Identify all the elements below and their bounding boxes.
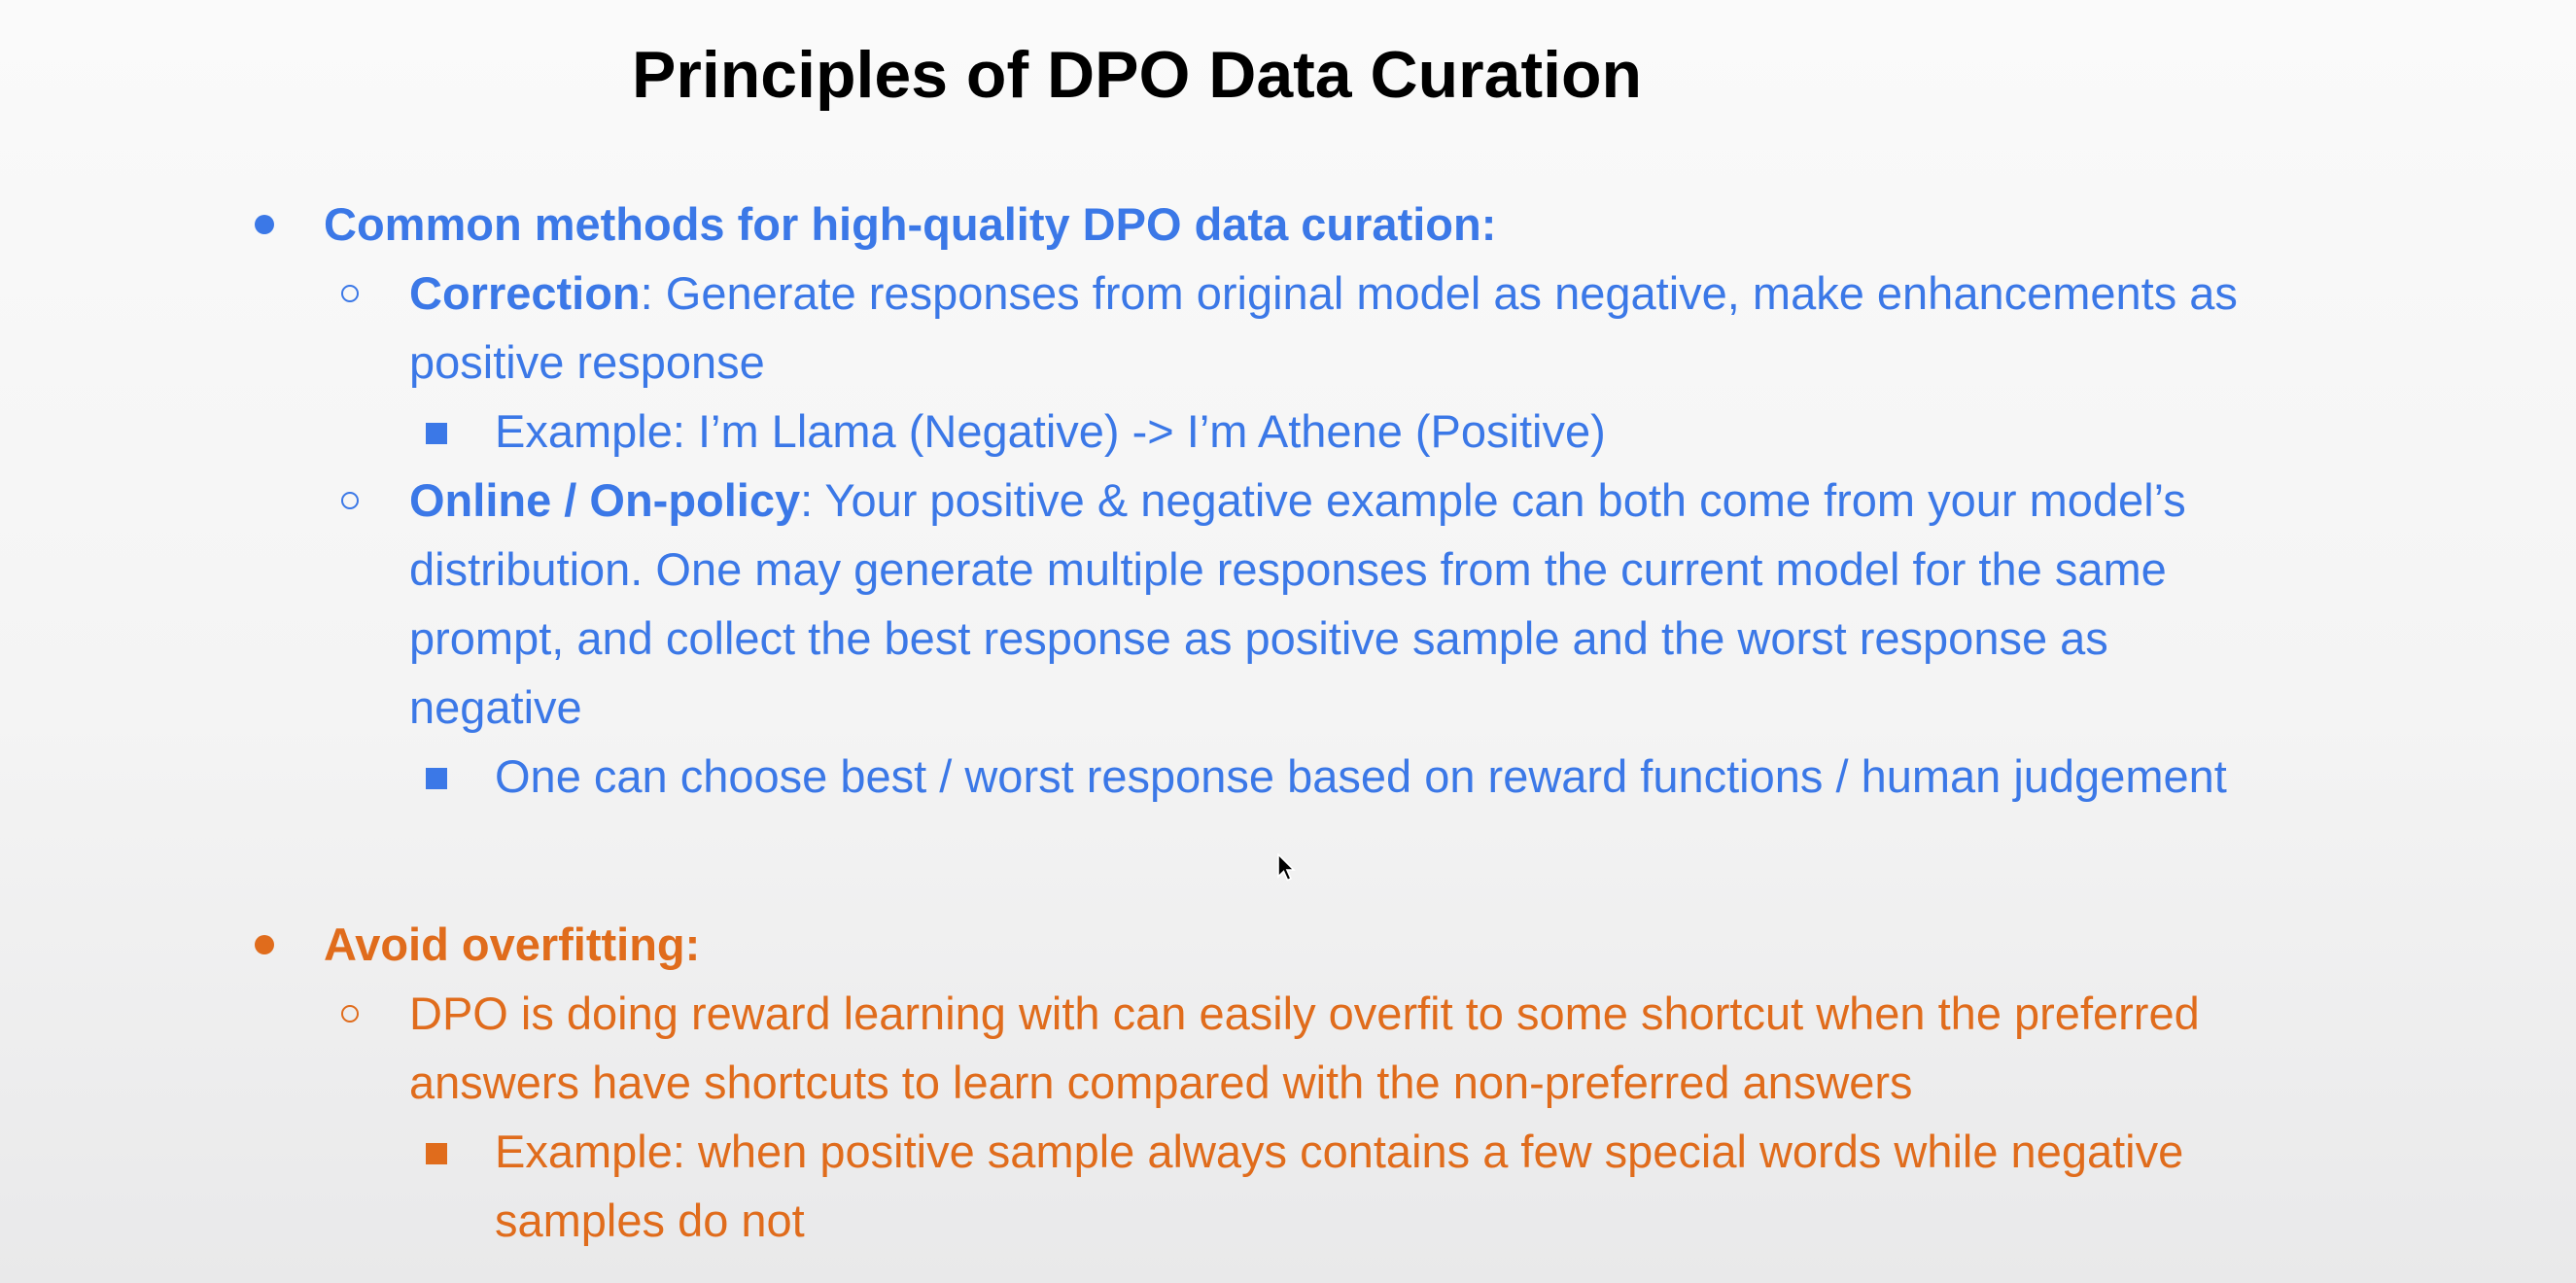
mouse-cursor-icon xyxy=(1277,853,1296,882)
bullet-disc-icon xyxy=(255,935,274,954)
bullet-square-icon xyxy=(426,768,447,789)
overfit-example-line1: Example: when positive sample always con… xyxy=(495,1126,2184,1177)
correction-example: Example: I’m Llama (Negative) -> I’m Ath… xyxy=(495,405,1606,457)
bullet-circle-icon xyxy=(341,492,359,509)
bullet-disc-icon xyxy=(255,215,274,234)
online-line1: Online / On-policy: Your positive & nega… xyxy=(409,466,2186,535)
overfit-line1: DPO is doing reward learning with can ea… xyxy=(409,988,2200,1039)
correction-line1: Correction: Generate responses from orig… xyxy=(409,259,2238,328)
online-line3: prompt, and collect the best response as… xyxy=(409,612,2108,664)
slide: Principles of DPO Data Curation Common m… xyxy=(0,0,2576,1283)
overfit-line2: answers have shortcuts to learn compared… xyxy=(409,1057,1913,1108)
bullet-square-icon xyxy=(426,1143,447,1164)
bullet-circle-icon xyxy=(341,1005,359,1023)
slide-title: Principles of DPO Data Curation xyxy=(632,38,1643,112)
online-line4: negative xyxy=(409,681,582,733)
bullet-square-icon xyxy=(426,423,447,444)
correction-text: : Generate responses from original model… xyxy=(640,267,2238,319)
online-line2: distribution. One may generate multiple … xyxy=(409,543,2167,595)
section1-heading: Common methods for high-quality DPO data… xyxy=(324,198,1497,250)
section2-heading: Avoid overfitting: xyxy=(324,919,701,970)
bullet-circle-icon xyxy=(341,285,359,302)
overfit-example-line2: samples do not xyxy=(495,1195,805,1246)
online-example: One can choose best / worst response bas… xyxy=(495,750,2227,802)
online-term: Online / On-policy xyxy=(409,474,801,526)
correction-term: Correction xyxy=(409,267,641,319)
online-text: : Your positive & negative example can b… xyxy=(800,474,2186,526)
correction-line2: positive response xyxy=(409,336,765,388)
